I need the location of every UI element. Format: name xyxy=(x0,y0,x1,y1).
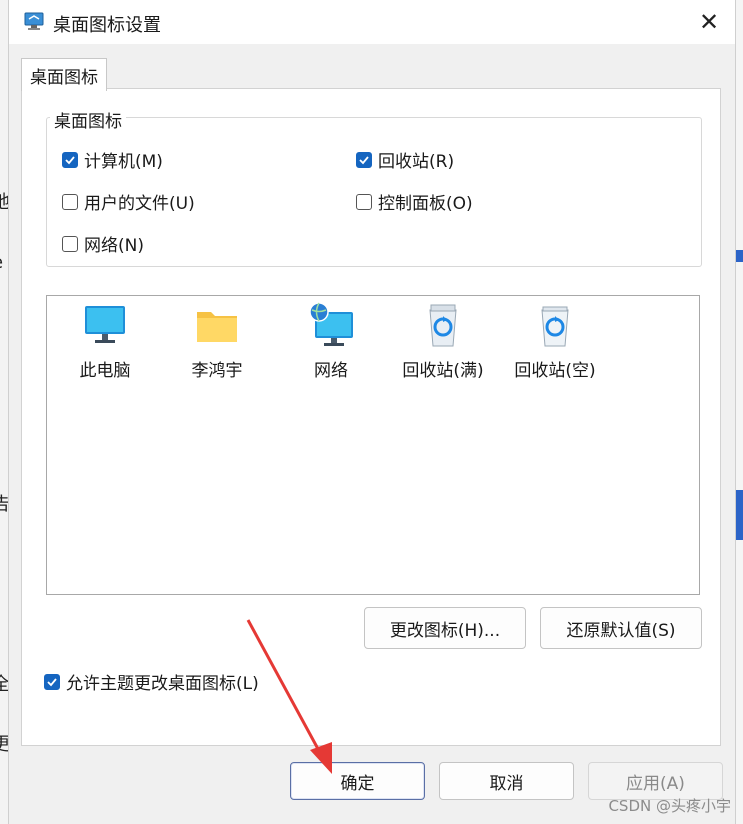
checkbox-label: 允许主题更改桌面图标(L) xyxy=(66,674,259,694)
icon-label: 回收站(满) xyxy=(402,361,484,381)
recycle-bin-empty-icon xyxy=(541,306,569,347)
checkbox-user-files[interactable]: 用户的文件(U) xyxy=(62,189,195,214)
close-button[interactable]: ✕ xyxy=(693,6,725,38)
watermark: CSDN @头疼小宇 xyxy=(608,797,731,815)
checkbox-label: 网络(N) xyxy=(84,236,144,256)
group-label: 桌面图标 xyxy=(50,107,126,132)
checkbox-label: 用户的文件(U) xyxy=(84,194,195,214)
checkbox-label: 计算机(M) xyxy=(84,152,163,172)
desktop-settings-icon xyxy=(24,12,44,30)
icon-preview-list[interactable]: 此电脑 李鸿宇 网络 回收站(满) 回收站(空) xyxy=(46,295,700,595)
desktop-icon-settings-dialog: 桌面图标设置 ✕ 桌面图标 桌面图标 计算机(M) 回收站(R) 用户的文件(U… xyxy=(8,0,736,824)
icon-label: 此电脑 xyxy=(79,361,131,381)
tab-panel: 桌面图标 计算机(M) 回收站(R) 用户的文件(U) 控制面板(O) 网络(N… xyxy=(21,88,721,746)
monitor-icon xyxy=(85,306,125,343)
checkbox-box[interactable] xyxy=(44,673,60,690)
icon-label: 李鸿宇 xyxy=(191,361,243,381)
check-icon xyxy=(47,677,57,686)
checkbox-allow-theme[interactable]: 允许主题更改桌面图标(L) xyxy=(44,669,259,694)
checkbox-control-panel[interactable]: 控制面板(O) xyxy=(356,189,473,214)
folder-icon xyxy=(197,312,237,342)
icon-item-user-folder[interactable]: 李鸿宇 xyxy=(167,302,267,381)
tab-desktop-icons[interactable]: 桌面图标 xyxy=(21,58,107,91)
check-icon xyxy=(65,155,75,164)
title-bar: 桌面图标设置 ✕ xyxy=(9,0,735,44)
checkbox-box[interactable] xyxy=(356,193,372,210)
checkbox-label: 回收站(R) xyxy=(378,152,455,172)
network-icon xyxy=(309,302,353,346)
check-icon xyxy=(359,155,369,164)
checkbox-box[interactable] xyxy=(62,193,78,210)
checkbox-box[interactable] xyxy=(62,235,78,252)
checkbox-recycle-bin[interactable]: 回收站(R) xyxy=(356,147,454,172)
restore-default-button[interactable]: 还原默认值(S) xyxy=(540,607,702,649)
close-icon: ✕ xyxy=(698,8,720,36)
window-title: 桌面图标设置 xyxy=(53,15,161,36)
icon-item-recycle-bin-full[interactable]: 回收站(满) xyxy=(393,302,493,381)
checkbox-box[interactable] xyxy=(62,151,78,168)
checkbox-network[interactable]: 网络(N) xyxy=(62,231,144,256)
recycle-bin-full-icon xyxy=(429,304,457,347)
checkbox-label: 控制面板(O) xyxy=(378,194,473,214)
change-icon-button[interactable]: 更改图标(H)... xyxy=(364,607,526,649)
icon-item-this-pc[interactable]: 此电脑 xyxy=(55,302,155,381)
checkbox-computer[interactable]: 计算机(M) xyxy=(62,147,163,172)
icon-label: 回收站(空) xyxy=(514,361,596,381)
background-text: e xyxy=(0,252,3,273)
icon-item-network[interactable]: 网络 xyxy=(281,302,381,381)
annotation-arrow xyxy=(246,619,332,774)
cancel-button[interactable]: 取消 xyxy=(439,762,574,800)
checkbox-box[interactable] xyxy=(356,151,372,168)
icon-label: 网络 xyxy=(314,361,348,381)
icon-item-recycle-bin-empty[interactable]: 回收站(空) xyxy=(505,302,605,381)
